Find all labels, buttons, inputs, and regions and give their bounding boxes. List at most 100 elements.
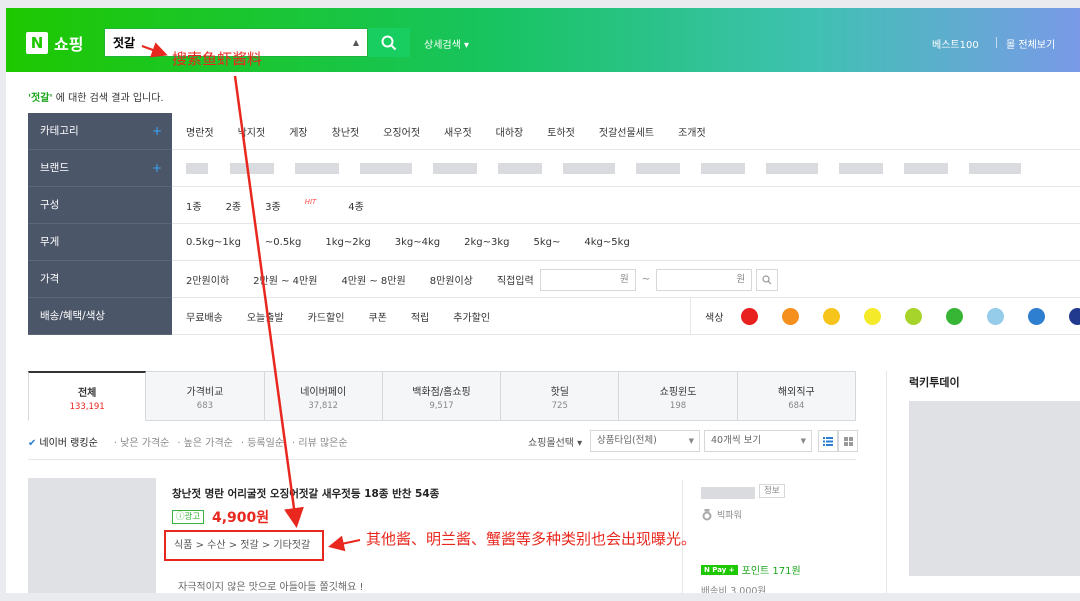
search-button[interactable]: [368, 28, 410, 57]
price-option[interactable]: 8만원이상: [430, 272, 473, 287]
color-swatch[interactable]: [741, 308, 759, 325]
composition-option[interactable]: 1종: [186, 198, 202, 213]
list-view-button[interactable]: [818, 430, 838, 452]
weight-option[interactable]: 2kg~3kg: [464, 237, 509, 248]
brand-option[interactable]: [636, 163, 680, 174]
sort-bar: ✔ 네이버 랭킹순 · 낮은 가격순 · 높은 가격순 · 등록일순 · 리뷰 많…: [28, 430, 858, 452]
tab-count: 683: [196, 401, 214, 411]
tab-4[interactable]: 핫딜 725: [501, 371, 620, 421]
category-option[interactable]: 명란젓: [186, 124, 214, 139]
color-swatch[interactable]: [823, 308, 841, 325]
tab-3[interactable]: 백화점/홈쇼핑 9,517: [382, 371, 502, 421]
brand-option[interactable]: [563, 163, 615, 174]
category-option[interactable]: 오징어젓: [383, 124, 420, 139]
brand-option[interactable]: [904, 163, 948, 174]
best100-link[interactable]: 베스트100: [932, 36, 979, 51]
weight-option[interactable]: 0.5kg~1kg: [186, 237, 241, 248]
brand-option[interactable]: [839, 163, 883, 174]
benefit-option[interactable]: 쿠폰: [368, 309, 386, 324]
brand-option[interactable]: [295, 163, 339, 174]
category-option[interactable]: 새우젓: [444, 124, 472, 139]
category-option[interactable]: 낙지젓: [238, 124, 266, 139]
sort-ranking[interactable]: ✔ 네이버 랭킹순: [28, 434, 106, 449]
ad-badge[interactable]: ⓘ광고: [172, 510, 205, 524]
color-swatch[interactable]: [905, 308, 923, 325]
mall-select-dropdown[interactable]: 쇼핑몰선택 ▾: [528, 434, 582, 449]
price-option[interactable]: 2만원 ~ 4만원: [253, 272, 317, 287]
benefit-option[interactable]: 추가할인: [453, 309, 490, 324]
seller-name[interactable]: [701, 487, 755, 499]
composition-option[interactable]: 3종 HIT: [265, 198, 340, 213]
composition-option[interactable]: 2종: [226, 198, 242, 213]
mall-all-link[interactable]: 몰 전체보기: [1006, 36, 1055, 51]
tab-2[interactable]: 네이버페이 37,812: [264, 371, 383, 421]
divider: [886, 371, 887, 593]
color-swatch[interactable]: [864, 308, 882, 325]
per-page-dropdown[interactable]: 40개씩 보기 ▼: [704, 430, 812, 452]
category-option[interactable]: 조개젓: [678, 124, 706, 139]
category-option[interactable]: 창난젓: [332, 124, 360, 139]
brand-option[interactable]: [230, 163, 274, 174]
weight-option[interactable]: 3kg~4kg: [395, 237, 440, 248]
color-swatch[interactable]: [782, 308, 800, 325]
category-option[interactable]: 게장: [289, 124, 307, 139]
weight-option[interactable]: ~0.5kg: [265, 237, 301, 248]
category-option[interactable]: 토하젓: [547, 124, 575, 139]
tab-label: 백화점/홈쇼핑: [412, 387, 471, 398]
category-option[interactable]: 대하장: [496, 124, 524, 139]
product-category-path[interactable]: 식품 > 수산 > 젓갈 > 기타젓갈: [164, 530, 324, 561]
naver-shopping-logo[interactable]: N 쇼핑: [26, 32, 83, 54]
plus-icon[interactable]: +: [152, 113, 162, 150]
grid-view-button[interactable]: [838, 430, 858, 452]
weight-option[interactable]: 5kg~: [534, 237, 561, 248]
brand-option[interactable]: [360, 163, 412, 174]
benefit-option[interactable]: 적립: [411, 309, 429, 324]
detail-search-button[interactable]: 상세검색 ▾: [424, 36, 469, 51]
composition-option[interactable]: 4종: [348, 198, 364, 213]
brand-option[interactable]: [701, 163, 745, 174]
benefit-option[interactable]: 무료배송: [186, 309, 223, 324]
filter-label-brand: 브랜드 +: [28, 150, 172, 187]
naver-n-icon: N: [26, 32, 48, 54]
sort-high-price[interactable]: · 높은 가격순: [177, 434, 233, 449]
sort-low-price[interactable]: · 낮은 가격순: [114, 434, 170, 449]
filter-label-price: 가격: [28, 261, 172, 298]
lucky-today-image[interactable]: [909, 401, 1080, 576]
grid-view-icon: [843, 436, 853, 446]
search-icon: [762, 274, 772, 284]
weight-option[interactable]: 4kg~5kg: [584, 237, 629, 248]
price-option[interactable]: 4만원 ~ 8만원: [341, 272, 405, 287]
price-min-input[interactable]: 원: [539, 268, 636, 291]
weight-option[interactable]: 1kg~2kg: [325, 237, 370, 248]
price-max-input[interactable]: 원: [656, 268, 753, 291]
check-icon: ✔: [28, 438, 37, 449]
brand-option[interactable]: [969, 163, 1021, 174]
sort-reviews[interactable]: · 리뷰 많은순: [292, 434, 348, 449]
category-option[interactable]: 젓갈선물세트: [599, 124, 654, 139]
color-swatch[interactable]: [1069, 308, 1080, 325]
product-image[interactable]: [28, 478, 156, 593]
color-swatch[interactable]: [1028, 308, 1046, 325]
brand-option[interactable]: [433, 163, 477, 174]
tab-6[interactable]: 해외직구 684: [737, 371, 856, 421]
price-search-button[interactable]: [756, 268, 779, 291]
tab-1[interactable]: 가격비교 683: [146, 371, 265, 421]
seller-info-button[interactable]: 정보: [759, 484, 785, 498]
tab-5[interactable]: 쇼핑윈도 198: [619, 371, 738, 421]
color-swatch[interactable]: [946, 308, 964, 325]
brand-option[interactable]: [186, 163, 208, 174]
product-title[interactable]: 창난젓 명란 어리굴젓 오징어젓갈 새우젓등 18종 반찬 54종: [172, 486, 439, 501]
benefit-option[interactable]: 오늘출발: [247, 309, 284, 324]
result-keyword: '젓갈': [28, 93, 53, 104]
price-option[interactable]: 2만원이하: [186, 272, 229, 287]
tab-0[interactable]: 전체 133,191: [28, 371, 147, 421]
product-type-dropdown[interactable]: 상품타입(전체) ▼: [590, 430, 700, 452]
autocomplete-toggle-icon[interactable]: ▲: [353, 38, 359, 47]
sort-newest[interactable]: · 등록일순: [241, 434, 284, 449]
brand-option[interactable]: [498, 163, 542, 174]
filter-label-category: 카테고리 +: [28, 113, 172, 150]
plus-icon[interactable]: +: [152, 150, 162, 187]
brand-option[interactable]: [766, 163, 818, 174]
color-swatch[interactable]: [987, 308, 1005, 325]
benefit-option[interactable]: 카드할인: [308, 309, 345, 324]
